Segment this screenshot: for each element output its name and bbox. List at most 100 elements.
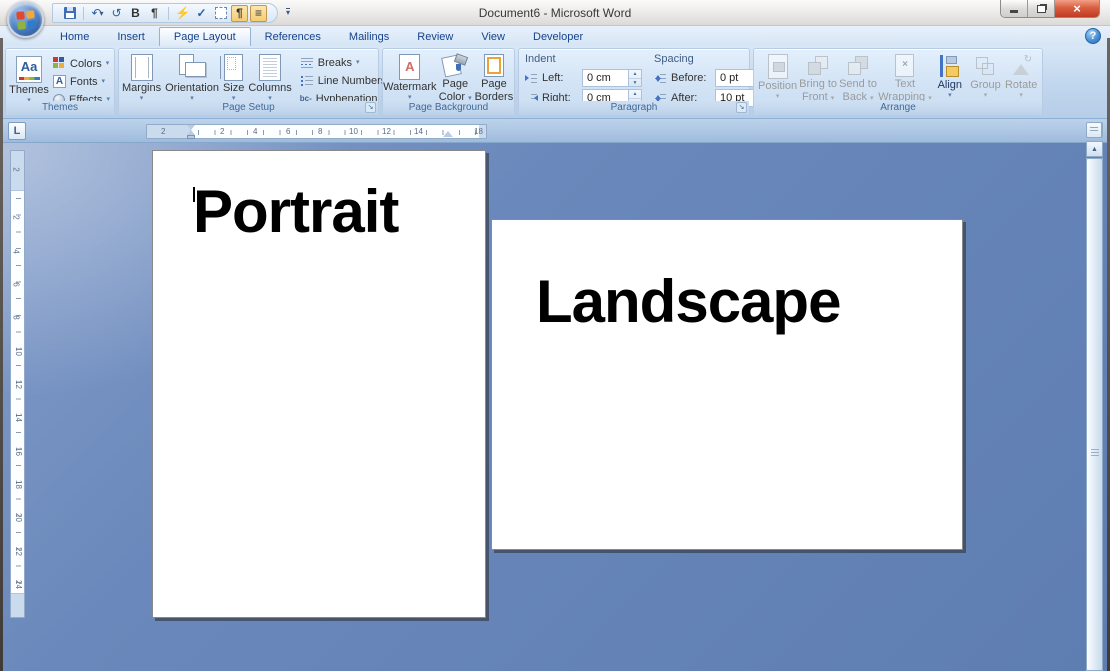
theme-fonts-icon: A xyxy=(53,75,66,88)
text-lines-button[interactable]: ≡ xyxy=(250,5,267,22)
save-button[interactable] xyxy=(61,5,78,22)
undo-dropdown-icon: ▾ xyxy=(100,9,104,18)
toolbar-separator xyxy=(83,7,84,20)
spinner-up-icon[interactable]: ▲ xyxy=(629,90,641,99)
landscape-text[interactable]: Landscape xyxy=(536,272,840,332)
restore-icon xyxy=(1037,5,1046,13)
bring-to-front-icon xyxy=(806,54,830,77)
breaks-icon xyxy=(300,56,314,70)
bring-to-front-button: Bring to Front ▾ xyxy=(799,49,837,103)
select-object-icon xyxy=(215,7,227,19)
tab-page-layout[interactable]: Page Layout xyxy=(159,27,251,46)
help-icon: ? xyxy=(1090,30,1097,42)
vertical-ruler[interactable]: 2 2 4 6 8 10 12 14 16 18 20 22 24 xyxy=(10,150,25,618)
size-button[interactable]: Size ▾ xyxy=(223,49,244,103)
scrollbar-grip xyxy=(1091,449,1099,456)
theme-fonts-button[interactable]: A Fonts ▾ xyxy=(53,73,110,90)
paragraph-group-label: Paragraph xyxy=(519,101,749,115)
scroll-up-button[interactable]: ▲ xyxy=(1086,141,1103,157)
ruler-visibility-toggle[interactable] xyxy=(1086,122,1102,138)
tab-home[interactable]: Home xyxy=(46,28,103,46)
tab-references[interactable]: References xyxy=(251,28,335,46)
paragraph-dialog-launcher[interactable]: ↘ xyxy=(736,102,747,113)
quick-print-button[interactable]: ⚡ xyxy=(174,5,191,22)
breaks-button[interactable]: Breaks ▾ xyxy=(300,54,394,71)
restore-button[interactable] xyxy=(1028,0,1055,17)
spinner-up-icon[interactable]: ▲ xyxy=(629,70,641,79)
minimize-icon xyxy=(1010,10,1018,13)
ribbon-tabs: Home Insert Page Layout References Maili… xyxy=(46,26,1110,46)
window-controls: × xyxy=(1000,0,1100,18)
quick-access-toolbar: ↶▾ ↺ B ¶ ⚡ ✓ ¶ ≡ xyxy=(52,3,278,23)
arrange-group: Position ▾ Bring to Front ▾ Send to Back… xyxy=(753,48,1043,116)
page-landscape[interactable]: Landscape xyxy=(491,219,963,550)
tab-developer[interactable]: Developer xyxy=(519,28,597,46)
size-icon xyxy=(224,54,243,81)
spinner-down-icon[interactable]: ▼ xyxy=(629,79,641,87)
undo-button[interactable]: ↶▾ xyxy=(89,5,106,22)
page-portrait[interactable]: Portrait xyxy=(152,150,486,618)
bold-button[interactable]: B xyxy=(127,5,144,22)
tab-review[interactable]: Review xyxy=(403,28,467,46)
toolbar-separator xyxy=(168,7,169,20)
horizontal-ruler[interactable]: 2 2 4 6 8 10 12 14 18 xyxy=(146,124,487,139)
tab-selector-button[interactable]: L xyxy=(8,122,26,140)
close-button[interactable]: × xyxy=(1055,0,1099,17)
columns-button[interactable]: Columns ▾ xyxy=(248,49,291,103)
indent-left-input[interactable]: 0 cm ▲▼ xyxy=(582,69,642,87)
select-object-button[interactable] xyxy=(212,5,229,22)
vertical-scrollbar[interactable] xyxy=(1086,158,1103,671)
text-wrapping-button: × Text Wrapping ▾ xyxy=(879,49,931,103)
theme-colors-button[interactable]: Colors ▾ xyxy=(53,55,110,72)
page-borders-button[interactable]: Page Borders xyxy=(475,49,514,103)
themes-icon: Aa xyxy=(16,56,42,83)
margins-icon xyxy=(131,54,153,81)
arrange-group-label: Arrange xyxy=(754,101,1042,115)
line-numbers-button[interactable]: Line Numbers ▾ xyxy=(300,72,394,89)
help-button[interactable]: ? xyxy=(1085,28,1101,44)
indent-left-stepper[interactable]: ▲▼ xyxy=(628,70,641,86)
align-button[interactable]: Align ▾ xyxy=(933,49,967,103)
watermark-button[interactable]: A Watermark ▾ xyxy=(384,49,436,103)
scroll-up-icon: ▲ xyxy=(1091,146,1098,153)
minimize-button[interactable] xyxy=(1001,0,1028,17)
portrait-text[interactable]: Portrait xyxy=(193,182,398,242)
page-background-group: A Watermark ▾ Page Color ▾ Page Borders … xyxy=(382,48,515,116)
office-button[interactable] xyxy=(7,1,44,38)
tab-view[interactable]: View xyxy=(467,28,519,46)
dropdown-arrow-icon: ▾ xyxy=(948,93,952,99)
show-paragraph-marks-button[interactable]: ¶ xyxy=(146,5,163,22)
themes-group-label: Themes xyxy=(6,101,114,115)
page-setup-group-label: Page Setup xyxy=(119,101,378,115)
send-to-back-icon xyxy=(846,54,870,77)
themes-button[interactable]: Aa Themes ▾ xyxy=(10,51,48,105)
customize-qat-button[interactable]: ▾ xyxy=(286,8,290,16)
ribbon-tab-row: Home Insert Page Layout References Maili… xyxy=(0,26,1110,46)
window-left-edge xyxy=(0,38,3,671)
right-indent-marker[interactable] xyxy=(443,131,453,137)
indent-marker[interactable] xyxy=(187,125,196,139)
rotate-icon: ↻ xyxy=(1009,54,1033,78)
page-setup-dialog-launcher[interactable]: ↘ xyxy=(365,102,376,113)
columns-icon xyxy=(259,54,281,81)
scrollbar-thumb[interactable] xyxy=(1086,158,1103,671)
paragraph-direction-button[interactable]: ¶ xyxy=(231,5,248,22)
lightning-icon: ⚡ xyxy=(175,6,190,20)
orientation-button[interactable]: Orientation ▾ xyxy=(165,49,219,103)
pilcrow-icon: ¶ xyxy=(151,6,158,20)
spelling-button[interactable]: ✓ xyxy=(193,5,210,22)
group-button: Group ▾ xyxy=(969,49,1003,103)
tab-mailings[interactable]: Mailings xyxy=(335,28,403,46)
dropdown-arrow-icon: ▾ xyxy=(776,94,780,100)
group-icon xyxy=(973,54,997,78)
tab-insert[interactable]: Insert xyxy=(103,28,159,46)
page-color-button[interactable]: Page Color ▾ xyxy=(439,49,472,103)
dropdown-arrow-icon: ▾ xyxy=(102,79,106,85)
position-icon xyxy=(768,54,788,79)
text-wrapping-icon: × xyxy=(895,54,914,77)
chevron-down-icon: ▾ xyxy=(286,8,290,17)
margins-button[interactable]: Margins ▾ xyxy=(122,49,161,103)
themes-group: Aa Themes ▾ Colors ▾ A Fonts ▾ xyxy=(5,48,115,116)
indent-section: Indent Left: 0 cm ▲▼ Right: 0 cm xyxy=(525,49,642,108)
redo-button[interactable]: ↺ xyxy=(108,5,125,22)
